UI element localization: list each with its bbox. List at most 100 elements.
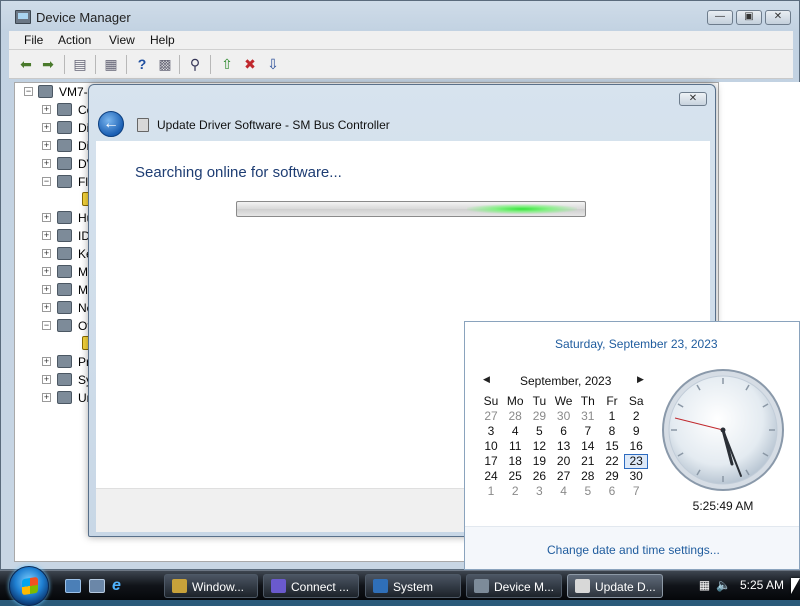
menu-file[interactable]: File (24, 33, 43, 47)
expand-icon[interactable]: + (42, 393, 51, 402)
calendar-day[interactable]: 27 (479, 409, 503, 424)
taskbar-button-connect[interactable]: Connect ... (263, 574, 359, 598)
calendar-day[interactable]: 21 (576, 454, 600, 469)
calendar-day[interactable]: 3 (479, 424, 503, 439)
disable-icon[interactable]: ⇩ (265, 56, 281, 72)
expand-icon[interactable]: + (42, 303, 51, 312)
calendar-day[interactable]: 30 (552, 409, 576, 424)
toolbar-separator (210, 55, 211, 74)
calendar-day[interactable]: 7 (576, 424, 600, 439)
uninstall-icon[interactable]: ✖ (242, 56, 258, 72)
calendar-day[interactable]: 29 (600, 469, 624, 484)
calendar-day[interactable]: 26 (527, 469, 551, 484)
properties-icon[interactable]: ▤ (72, 56, 88, 72)
maximize-button[interactable]: ▣ (736, 10, 762, 25)
volume-muted-icon[interactable]: 🔈 (716, 578, 731, 593)
taskbar-button-device-manager[interactable]: Device M... (466, 574, 562, 598)
long-date-link[interactable]: Saturday, September 23, 2023 (555, 337, 718, 351)
close-button[interactable]: ✕ (765, 10, 791, 25)
calendar-day[interactable]: 15 (600, 439, 624, 454)
calendar-day[interactable]: 5 (576, 484, 600, 499)
calendar-day[interactable]: 4 (552, 484, 576, 499)
calendar-month-label[interactable]: September, 2023 (520, 374, 611, 388)
calendar-day[interactable]: 14 (576, 439, 600, 454)
weekday-header: Th (580, 394, 595, 408)
taskbar-button-update-driver[interactable]: Update D... (567, 574, 663, 598)
menu-view[interactable]: View (109, 33, 135, 47)
console-tree-icon[interactable]: ▩ (157, 56, 173, 72)
calendar-day[interactable]: 11 (503, 439, 527, 454)
collapse-icon[interactable]: − (42, 321, 51, 330)
minimize-button[interactable]: — (707, 10, 733, 25)
calendar-day[interactable]: 16 (624, 439, 648, 454)
calendar-day[interactable]: 5 (527, 424, 551, 439)
calendar-day[interactable]: 31 (576, 409, 600, 424)
collapse-icon[interactable]: − (42, 177, 51, 186)
calendar-day[interactable]: 3 (527, 484, 551, 499)
computer-device-icon (57, 103, 72, 116)
calendar-day[interactable]: 28 (503, 409, 527, 424)
taskbar: e Window... Connect ... System Device M.… (0, 566, 800, 606)
show-hide-icon[interactable]: ▦ (103, 56, 119, 72)
change-date-time-link[interactable]: Change date and time settings... (547, 543, 720, 557)
menu-action[interactable]: Action (58, 33, 91, 47)
previous-month-arrow-icon[interactable]: ◀ (483, 374, 490, 385)
taskbar-button-system[interactable]: System (365, 574, 461, 598)
calendar-day[interactable]: 6 (552, 424, 576, 439)
expand-icon[interactable]: + (42, 249, 51, 258)
switch-windows-icon[interactable] (89, 579, 105, 593)
dialog-close-button[interactable]: ✕ (679, 92, 707, 106)
calendar-day[interactable]: 8 (600, 424, 624, 439)
title-bar[interactable]: Device Manager — ▣ ✕ (1, 1, 799, 31)
taskbar-clock[interactable]: 5:25 AM (740, 578, 784, 592)
calendar-day[interactable]: 4 (503, 424, 527, 439)
calendar-day[interactable]: 18 (503, 454, 527, 469)
calendar-day[interactable]: 28 (576, 469, 600, 484)
expand-icon[interactable]: + (42, 231, 51, 240)
collapse-icon[interactable]: − (24, 87, 33, 96)
menu-help[interactable]: Help (150, 33, 175, 47)
internet-explorer-icon[interactable]: e (112, 578, 128, 594)
calendar-day[interactable]: 12 (527, 439, 551, 454)
show-desktop-icon[interactable] (65, 579, 81, 593)
calendar-day[interactable]: 13 (552, 439, 576, 454)
scan-hardware-icon[interactable]: ⚲ (187, 56, 203, 72)
help-icon[interactable]: ? (134, 56, 150, 72)
back-button[interactable]: ← (98, 111, 124, 137)
calendar-day[interactable]: 24 (479, 469, 503, 484)
expand-icon[interactable]: + (42, 213, 51, 222)
next-month-arrow-icon[interactable]: ▶ (637, 374, 644, 385)
calendar-day[interactable]: 17 (479, 454, 503, 469)
calendar-day[interactable]: 2 (624, 409, 648, 424)
calendar-day[interactable]: 1 (600, 409, 624, 424)
calendar-day[interactable]: 19 (527, 454, 551, 469)
calendar-day[interactable]: 6 (600, 484, 624, 499)
calendar-day[interactable]: 1 (479, 484, 503, 499)
update-driver-icon[interactable]: ⇧ (219, 56, 235, 72)
forward-arrow-icon[interactable]: ➡ (40, 56, 56, 72)
calendar-day[interactable]: 10 (479, 439, 503, 454)
start-button[interactable] (9, 566, 49, 606)
network-icon[interactable]: ▦ (697, 578, 712, 593)
expand-icon[interactable]: + (42, 141, 51, 150)
calendar-day[interactable]: 25 (503, 469, 527, 484)
calendar-day[interactable]: 30 (624, 469, 648, 484)
expand-icon[interactable]: + (42, 267, 51, 276)
back-arrow-icon[interactable]: ⬅ (18, 56, 34, 72)
calendar-day[interactable]: 22 (600, 454, 624, 469)
expand-icon[interactable]: + (42, 105, 51, 114)
calendar-day[interactable]: 2 (503, 484, 527, 499)
expand-icon[interactable]: + (42, 375, 51, 384)
calendar-day[interactable]: 7 (624, 484, 648, 499)
taskbar-button-window[interactable]: Window... (164, 574, 258, 598)
expand-icon[interactable]: + (42, 159, 51, 168)
expand-icon[interactable]: + (42, 123, 51, 132)
calendar-day[interactable]: 9 (624, 424, 648, 439)
calendar-day[interactable]: 20 (552, 454, 576, 469)
calendar-day[interactable]: 23 (624, 454, 649, 469)
calendar-day[interactable]: 27 (552, 469, 576, 484)
toolbar-separator (95, 55, 96, 74)
expand-icon[interactable]: + (42, 285, 51, 294)
calendar-day[interactable]: 29 (527, 409, 551, 424)
expand-icon[interactable]: + (42, 357, 51, 366)
